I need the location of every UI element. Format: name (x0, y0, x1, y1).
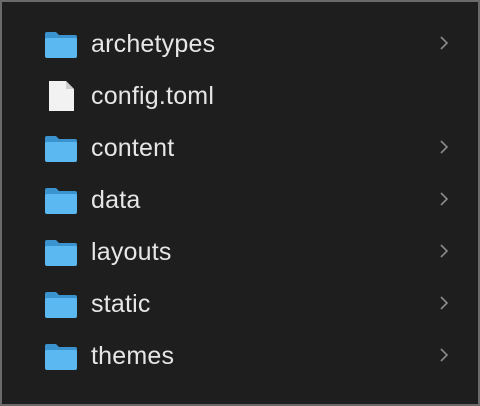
item-name: config.toml (91, 82, 215, 110)
folder-icon (44, 341, 78, 371)
list-item-themes[interactable]: themes (2, 330, 478, 382)
chevron-right-icon (439, 35, 449, 51)
file-list: archetypes config.toml content data layo… (2, 18, 478, 382)
item-name: data (91, 186, 141, 214)
folder-icon (44, 185, 78, 215)
chevron-right-icon (439, 191, 449, 207)
chevron-right-icon (439, 139, 449, 155)
chevron-right-icon (439, 295, 449, 311)
list-item-config-toml[interactable]: config.toml (2, 70, 478, 122)
folder-icon (44, 237, 78, 267)
folder-icon (44, 289, 78, 319)
list-item-archetypes[interactable]: archetypes (2, 18, 478, 70)
chevron-right-icon (439, 347, 449, 363)
item-name: content (91, 134, 175, 162)
folder-icon (44, 133, 78, 163)
list-item-content[interactable]: content (2, 122, 478, 174)
item-name: layouts (91, 238, 172, 266)
list-item-data[interactable]: data (2, 174, 478, 226)
chevron-right-icon (439, 243, 449, 259)
item-name: static (91, 290, 151, 318)
folder-icon (44, 29, 78, 59)
item-name: archetypes (91, 30, 216, 58)
item-name: themes (91, 342, 175, 370)
list-item-static[interactable]: static (2, 278, 478, 330)
list-item-layouts[interactable]: layouts (2, 226, 478, 278)
document-icon (44, 81, 78, 111)
finder-window: archetypes config.toml content data layo… (0, 0, 480, 406)
